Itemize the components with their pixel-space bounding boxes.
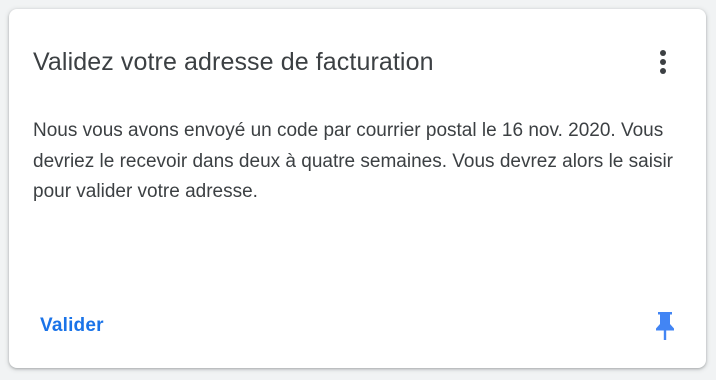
card-body-text: Nous vous avons envoyé un code par courr… <box>33 120 673 202</box>
validate-button[interactable]: Valider <box>40 313 104 339</box>
pin-button[interactable] <box>650 309 680 343</box>
pin-icon <box>656 312 674 340</box>
card-title: Validez votre adresse de facturation <box>33 48 434 76</box>
billing-address-card: Validez votre adresse de facturation Nou… <box>9 9 706 368</box>
more-options-button[interactable] <box>646 45 680 79</box>
more-vert-icon <box>660 50 666 74</box>
